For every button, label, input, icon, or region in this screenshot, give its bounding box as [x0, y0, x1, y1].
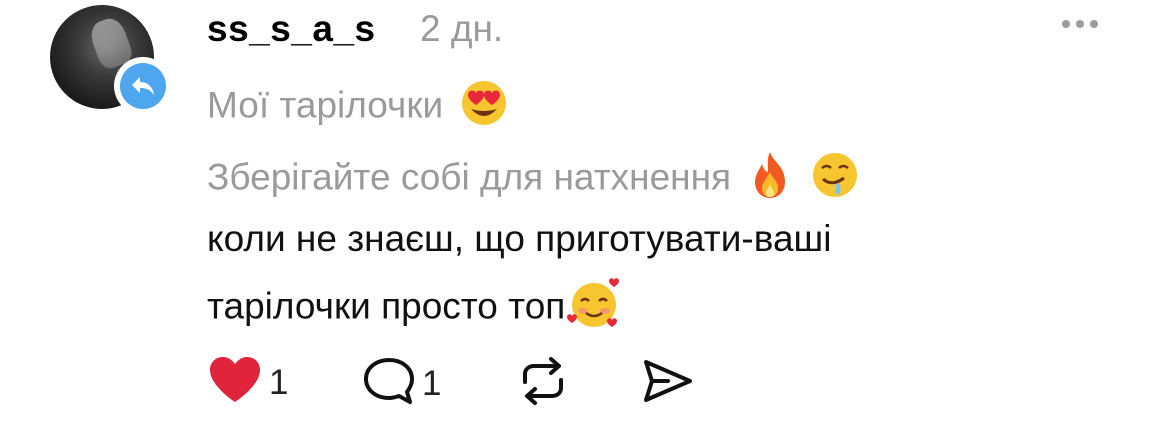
reply-button[interactable]: 1	[362, 356, 441, 411]
more-icon[interactable]	[1062, 20, 1098, 28]
fire-emoji	[747, 150, 793, 209]
comment-line-3: коли не знаєш, що приготувати-ваші	[207, 218, 832, 259]
repost-button[interactable]	[517, 356, 569, 411]
share-icon	[640, 356, 694, 411]
like-button[interactable]: 1	[207, 356, 288, 409]
reply-count: 1	[422, 363, 442, 403]
reply-badge	[114, 57, 172, 115]
comment-text-2: Зберігайте собі для натхнення	[207, 156, 732, 198]
heart-eyes-emoji	[459, 79, 509, 136]
comment-line-2: Зберігайте собі для натхнення	[207, 150, 860, 209]
comment-text-4: тарілочки просто топ	[207, 285, 566, 327]
repost-icon	[517, 356, 569, 411]
comment-line-1: Мої тарілочки	[207, 79, 509, 136]
like-count: 1	[269, 362, 289, 402]
comment-icon	[362, 356, 416, 411]
comment-text-1: Мої тарілочки	[207, 84, 444, 126]
smiling-face-with-hearts-emoji	[565, 277, 623, 340]
share-button[interactable]	[640, 356, 694, 411]
username[interactable]: ss_s_a_s	[207, 8, 376, 50]
heart-icon	[207, 356, 263, 409]
timestamp: 2 дн.	[420, 8, 504, 49]
reply-arrow-icon	[120, 63, 166, 109]
drooling-emoji	[810, 151, 860, 208]
comment-line-4: тарілочки просто топ	[207, 277, 623, 340]
